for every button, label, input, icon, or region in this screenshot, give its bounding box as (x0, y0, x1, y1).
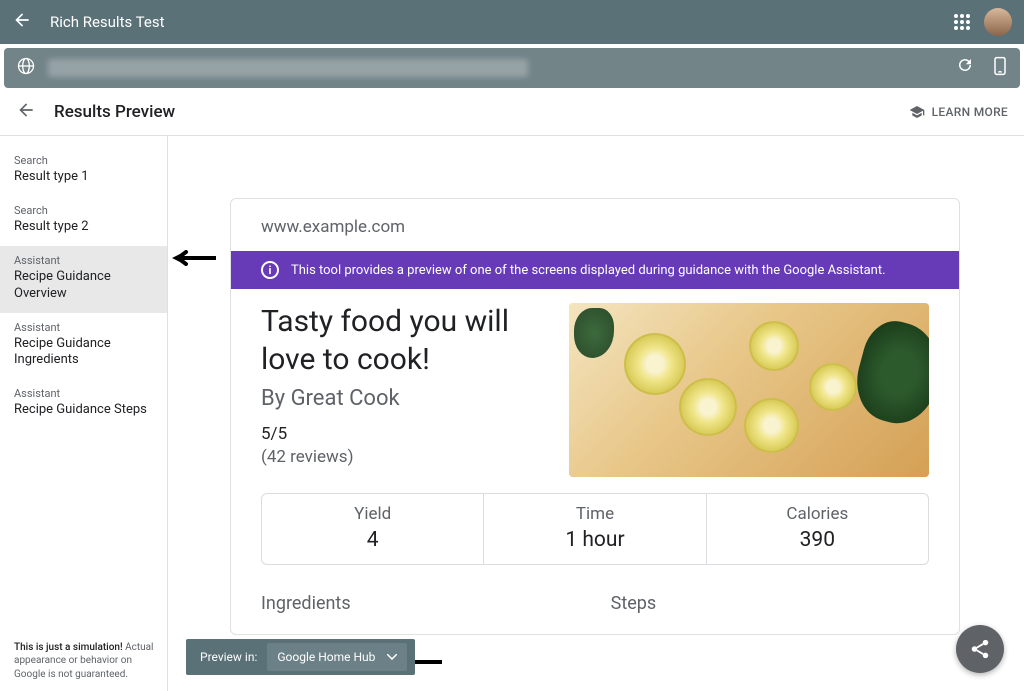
sidebar-category: Assistant (14, 387, 153, 400)
info-banner: i This tool provides a preview of one of… (231, 251, 959, 289)
recipe-rating: 5/5 (42 reviews) (261, 423, 545, 469)
url-bar (4, 48, 1020, 88)
tab-steps[interactable]: Steps (611, 593, 657, 614)
sidebar-item-label: Recipe Guidance Ingredients (14, 336, 153, 370)
refresh-icon[interactable] (956, 56, 974, 80)
url-blurred (48, 59, 528, 77)
chevron-down-icon (387, 654, 397, 660)
graduation-icon (908, 104, 926, 120)
apps-icon[interactable] (954, 14, 970, 30)
tab-ingredients[interactable]: Ingredients (261, 593, 351, 614)
sidebar-category: Search (14, 204, 153, 217)
preview-in-value: Google Home Hub (277, 650, 375, 664)
learn-more-label: LEARN MORE (932, 105, 1008, 119)
share-button[interactable] (956, 625, 1004, 673)
app-title: Rich Results Test (50, 13, 954, 31)
recipe-title: Tasty food you will love to cook! (261, 303, 545, 378)
page-title: Results Preview (54, 102, 908, 122)
recipe-image (569, 303, 929, 477)
stat-yield: Yield 4 (262, 494, 484, 564)
recipe-tabs: Ingredients Steps (261, 593, 929, 614)
globe-icon (16, 56, 36, 80)
annotation-arrow (172, 250, 216, 266)
top-bar: Rich Results Test (0, 0, 1024, 44)
info-icon: i (261, 261, 279, 279)
sidebar-item-label: Recipe Guidance Steps (14, 402, 153, 419)
sidebar-category: Assistant (14, 321, 153, 334)
sidebar-item-label: Result type 2 (14, 219, 153, 236)
sidebar-item-label: Recipe Guidance Overview (14, 269, 153, 303)
sidebar-item-label: Result type 1 (14, 169, 153, 186)
preview-domain: www.example.com (231, 199, 959, 251)
back-icon-secondary[interactable] (16, 100, 36, 124)
disclaimer-text: This is just a simulation! Actual appear… (14, 641, 157, 682)
sidebar-category: Assistant (14, 254, 153, 267)
preview-card: www.example.com i This tool provides a p… (230, 198, 960, 635)
back-icon[interactable] (12, 10, 32, 34)
preview-in-label: Preview in: (200, 650, 257, 664)
sidebar-item-result-type-2[interactable]: Search Result type 2 (0, 196, 167, 246)
sidebar: Search Result type 1 Search Result type … (0, 136, 168, 691)
learn-more-link[interactable]: LEARN MORE (908, 104, 1008, 120)
recipe-stats: Yield 4 Time 1 hour Calories 390 (261, 493, 929, 565)
mobile-icon[interactable] (992, 56, 1008, 80)
preview-in-select[interactable]: Google Home Hub (267, 643, 407, 671)
sub-header: Results Preview LEARN MORE (0, 88, 1024, 136)
stat-calories: Calories 390 (707, 494, 928, 564)
sidebar-item-recipe-overview[interactable]: Assistant Recipe Guidance Overview (0, 246, 167, 313)
share-icon (969, 638, 991, 660)
sidebar-item-recipe-ingredients[interactable]: Assistant Recipe Guidance Ingredients (0, 313, 167, 380)
avatar[interactable] (984, 8, 1012, 36)
sidebar-item-recipe-steps[interactable]: Assistant Recipe Guidance Steps (0, 379, 167, 429)
stat-time: Time 1 hour (484, 494, 706, 564)
sidebar-category: Search (14, 154, 153, 167)
banner-text: This tool provides a preview of one of t… (291, 263, 886, 278)
sidebar-item-result-type-1[interactable]: Search Result type 1 (0, 146, 167, 196)
content-area: www.example.com i This tool provides a p… (168, 136, 1024, 691)
recipe-author: By Great Cook (261, 386, 545, 411)
preview-in-bar: Preview in: Google Home Hub (186, 639, 415, 675)
